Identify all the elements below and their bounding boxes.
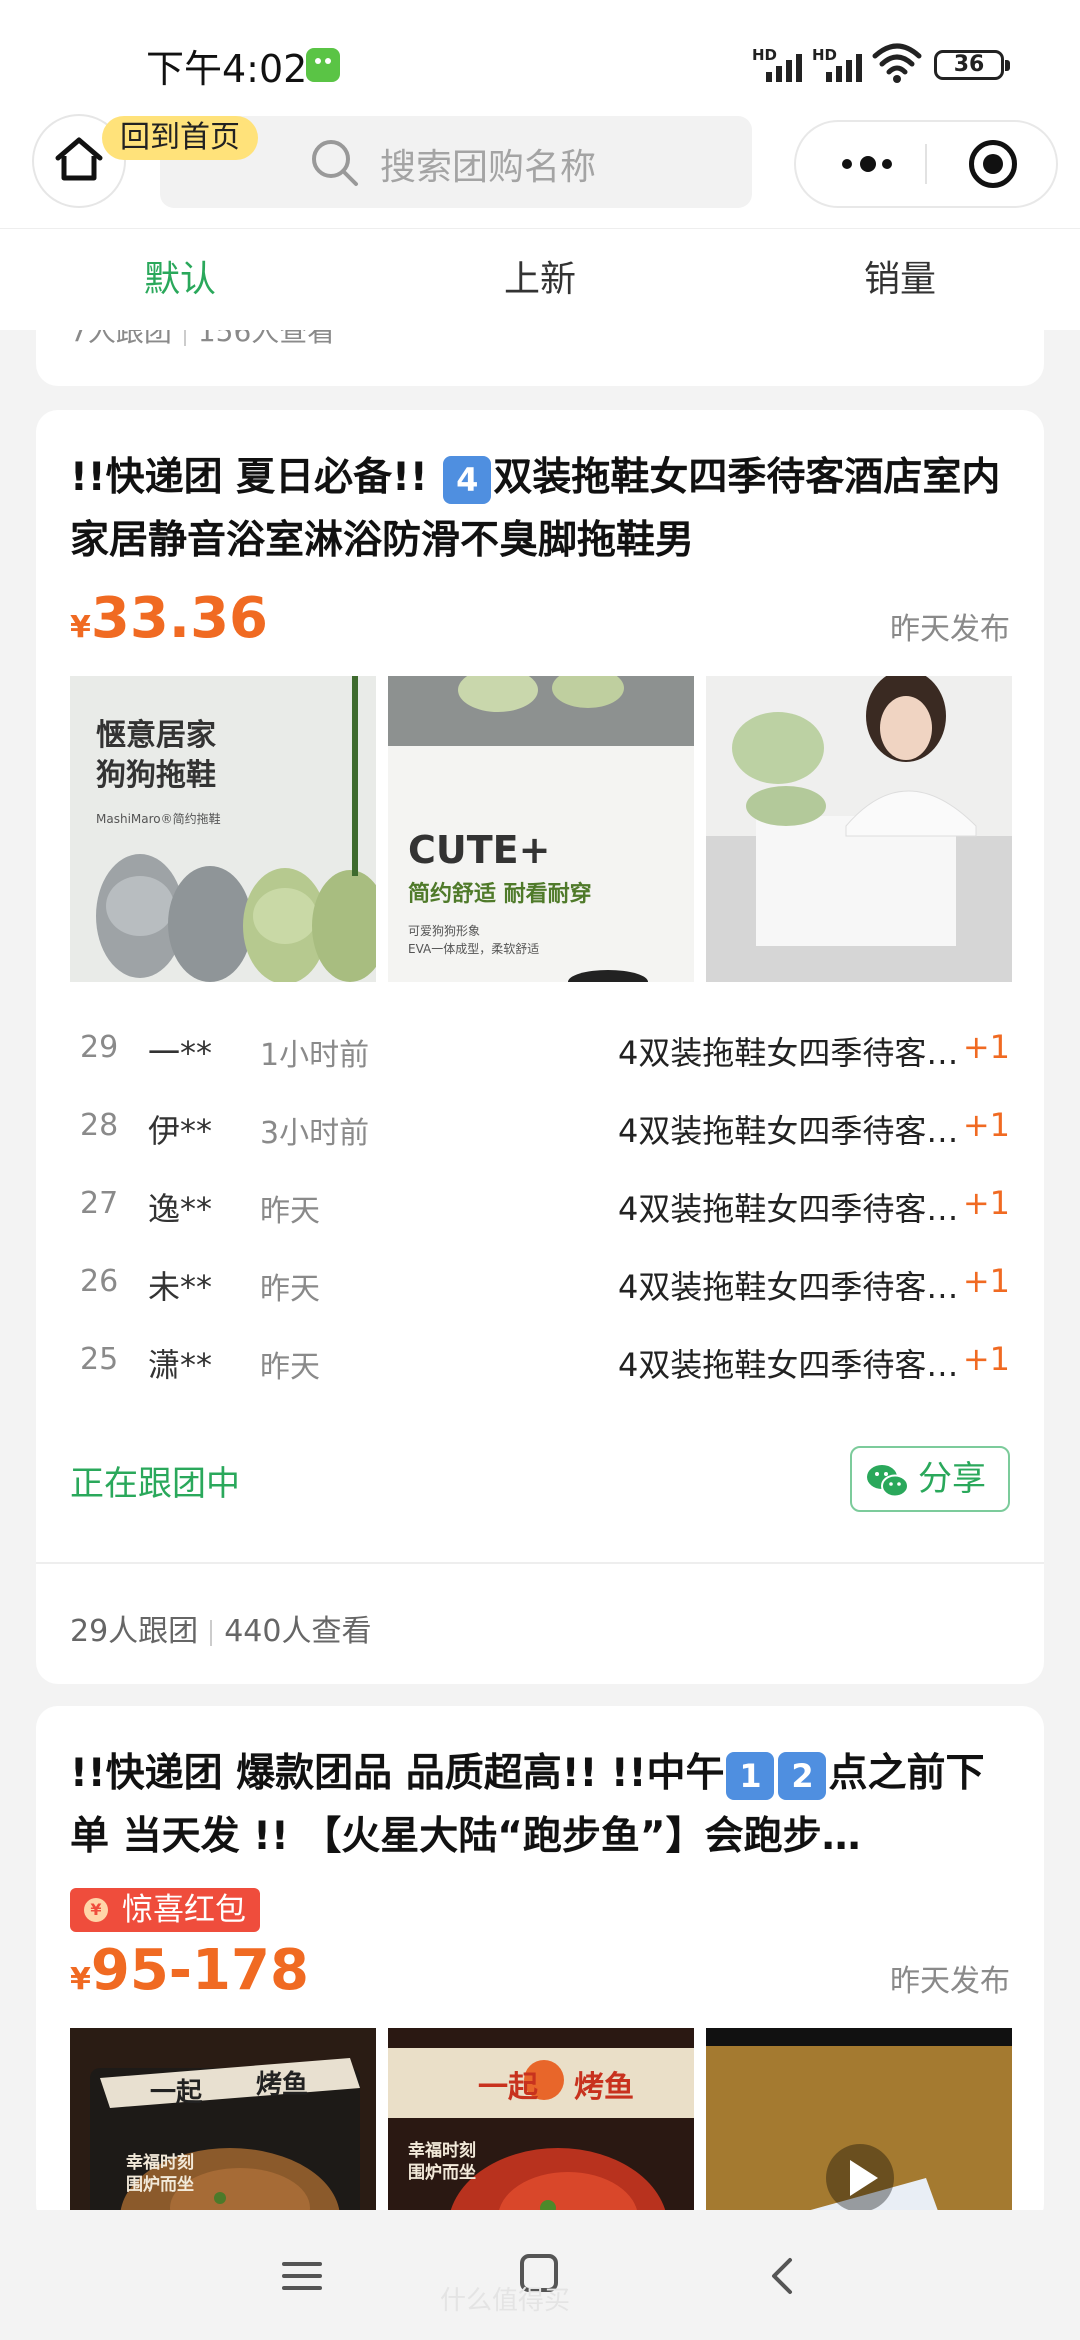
buyer-row: 25 潇** 昨天 4双装拖鞋女四季待客酒店室内家居静音浴室淋浴防滑不臭脚拖鞋男… bbox=[80, 1340, 1010, 1385]
watermark: 什么值得买 bbox=[440, 2286, 571, 2316]
product-image[interactable]: CUTE+ 简约舒适 耐看耐穿 可爱狗狗形象 EVA一体成型，柔软舒适 bbox=[388, 676, 694, 982]
posted-time: 昨天发布 bbox=[890, 1964, 1010, 1999]
card-title: !!快递团 夏日必备!! 4 双装拖鞋女四季待客酒店室内家居静音浴室淋浴防滑不臭脚… bbox=[70, 455, 1001, 563]
product-image[interactable]: 惬意居家 狗狗拖鞋 MashiMaro®简约拖鞋 bbox=[70, 676, 376, 982]
status-bar: 下午4:02 HD HD 36 bbox=[0, 0, 1080, 116]
product-images: 惬意居家 狗狗拖鞋 MashiMaro®简约拖鞋 CUTE+ 简约舒适 耐看耐穿… bbox=[70, 676, 1012, 982]
video-photo-icon bbox=[706, 2028, 1012, 2226]
header: 搜索团购名称 回到首页 bbox=[0, 116, 1080, 228]
product-images: 一起 烤鱼 幸福时刻 围炉而坐 一起 烤鱼 幸福时刻 围炉而坐 bbox=[70, 2028, 1012, 2226]
wechat-notification-icon bbox=[306, 48, 340, 82]
more-icon[interactable] bbox=[836, 154, 896, 174]
back-icon[interactable] bbox=[766, 2256, 796, 2296]
group-status: 正在跟团中 bbox=[70, 1464, 240, 1504]
slippers-photo-icon bbox=[96, 676, 376, 982]
red-packet-icon: ¥ bbox=[84, 1898, 108, 1922]
buyer-row: 29 一** 1小时前 4双装拖鞋女四季待客酒店室内家居静音浴室淋浴防滑不臭脚拖… bbox=[80, 1028, 1010, 1073]
tab-new[interactable]: 上新 bbox=[360, 229, 720, 330]
menu-icon[interactable] bbox=[280, 2258, 324, 2294]
buyer-row: 28 伊** 3小时前 4双装拖鞋女四季待客酒店室内家居静音浴室淋浴防滑不臭脚拖… bbox=[80, 1106, 1010, 1151]
product-image[interactable] bbox=[706, 2028, 1012, 2226]
home-icon bbox=[55, 137, 103, 181]
wifi-icon bbox=[872, 43, 922, 83]
buyer-row: 26 未** 昨天 4双装拖鞋女四季待客酒店室内家居静音浴室淋浴防滑不臭脚拖鞋男… bbox=[80, 1262, 1010, 1307]
status-time: 下午4:02 bbox=[146, 47, 308, 91]
card-title: !!快递团 爆款团品 品质超高!! !!中午 1 2 点之前下单 当天发 !! 【火星… bbox=[70, 1751, 985, 1859]
price: ¥95-178 bbox=[70, 1938, 309, 2003]
search-placeholder: 搜索团购名称 bbox=[380, 147, 597, 188]
mini-program-capsule bbox=[796, 122, 1056, 206]
product-image[interactable]: 一起 烤鱼 幸福时刻 围炉而坐 bbox=[388, 2028, 694, 2226]
group-buy-card[interactable]: !!快递团 爆款团品 品质超高!! !!中午 1 2 点之前下单 当天发 !! 【火星… bbox=[36, 1706, 1044, 2226]
tab-default[interactable]: 默认 bbox=[0, 229, 360, 330]
battery-icon: 36 bbox=[934, 50, 1010, 80]
system-nav-bar bbox=[0, 2210, 1080, 2340]
close-mini-program-icon[interactable] bbox=[969, 140, 1017, 188]
red-packet-badge: ¥ 惊喜红包 bbox=[70, 1888, 260, 1932]
card-stats: 29人跟团 440人查看 bbox=[70, 1614, 372, 1649]
divider bbox=[36, 1562, 1044, 1564]
capsule-divider bbox=[925, 144, 927, 184]
price: ¥33.36 bbox=[70, 586, 269, 651]
search-icon bbox=[312, 140, 358, 186]
keycap-icon: 1 bbox=[726, 1751, 775, 1800]
grilled-fish-photo-icon bbox=[90, 2058, 360, 2226]
wechat-icon bbox=[867, 1465, 909, 1498]
group-buy-card[interactable]: !!快递团 夏日必备!! 4 双装拖鞋女四季待客酒店室内家居静音浴室淋浴防滑不臭脚… bbox=[36, 410, 1044, 1684]
back-to-home-tip[interactable]: 回到首页 bbox=[102, 116, 258, 160]
model-photo-icon bbox=[706, 676, 1012, 982]
signal-icon: HD bbox=[752, 46, 808, 82]
buyer-list: 29 一** 1小时前 4双装拖鞋女四季待客酒店室内家居静音浴室淋浴防滑不臭脚拖… bbox=[70, 1012, 1010, 1402]
posted-time: 昨天发布 bbox=[890, 612, 1010, 647]
product-image[interactable] bbox=[706, 676, 1012, 982]
product-image[interactable]: 一起 烤鱼 幸福时刻 围炉而坐 bbox=[70, 2028, 376, 2226]
tab-sales[interactable]: 销量 bbox=[720, 229, 1080, 330]
signal-icon: HD bbox=[812, 46, 868, 82]
buyer-row: 27 逸** 昨天 4双装拖鞋女四季待客酒店室内家居静音浴室淋浴防滑不臭脚拖鞋男… bbox=[80, 1184, 1010, 1229]
sort-tabs: 默认 上新 销量 bbox=[0, 228, 1080, 330]
keycap-icon: 2 bbox=[778, 1751, 827, 1800]
keycap-icon: 4 bbox=[443, 455, 492, 504]
share-button[interactable]: 分享 bbox=[850, 1446, 1010, 1512]
grilled-fish-photo-icon bbox=[388, 2048, 694, 2226]
